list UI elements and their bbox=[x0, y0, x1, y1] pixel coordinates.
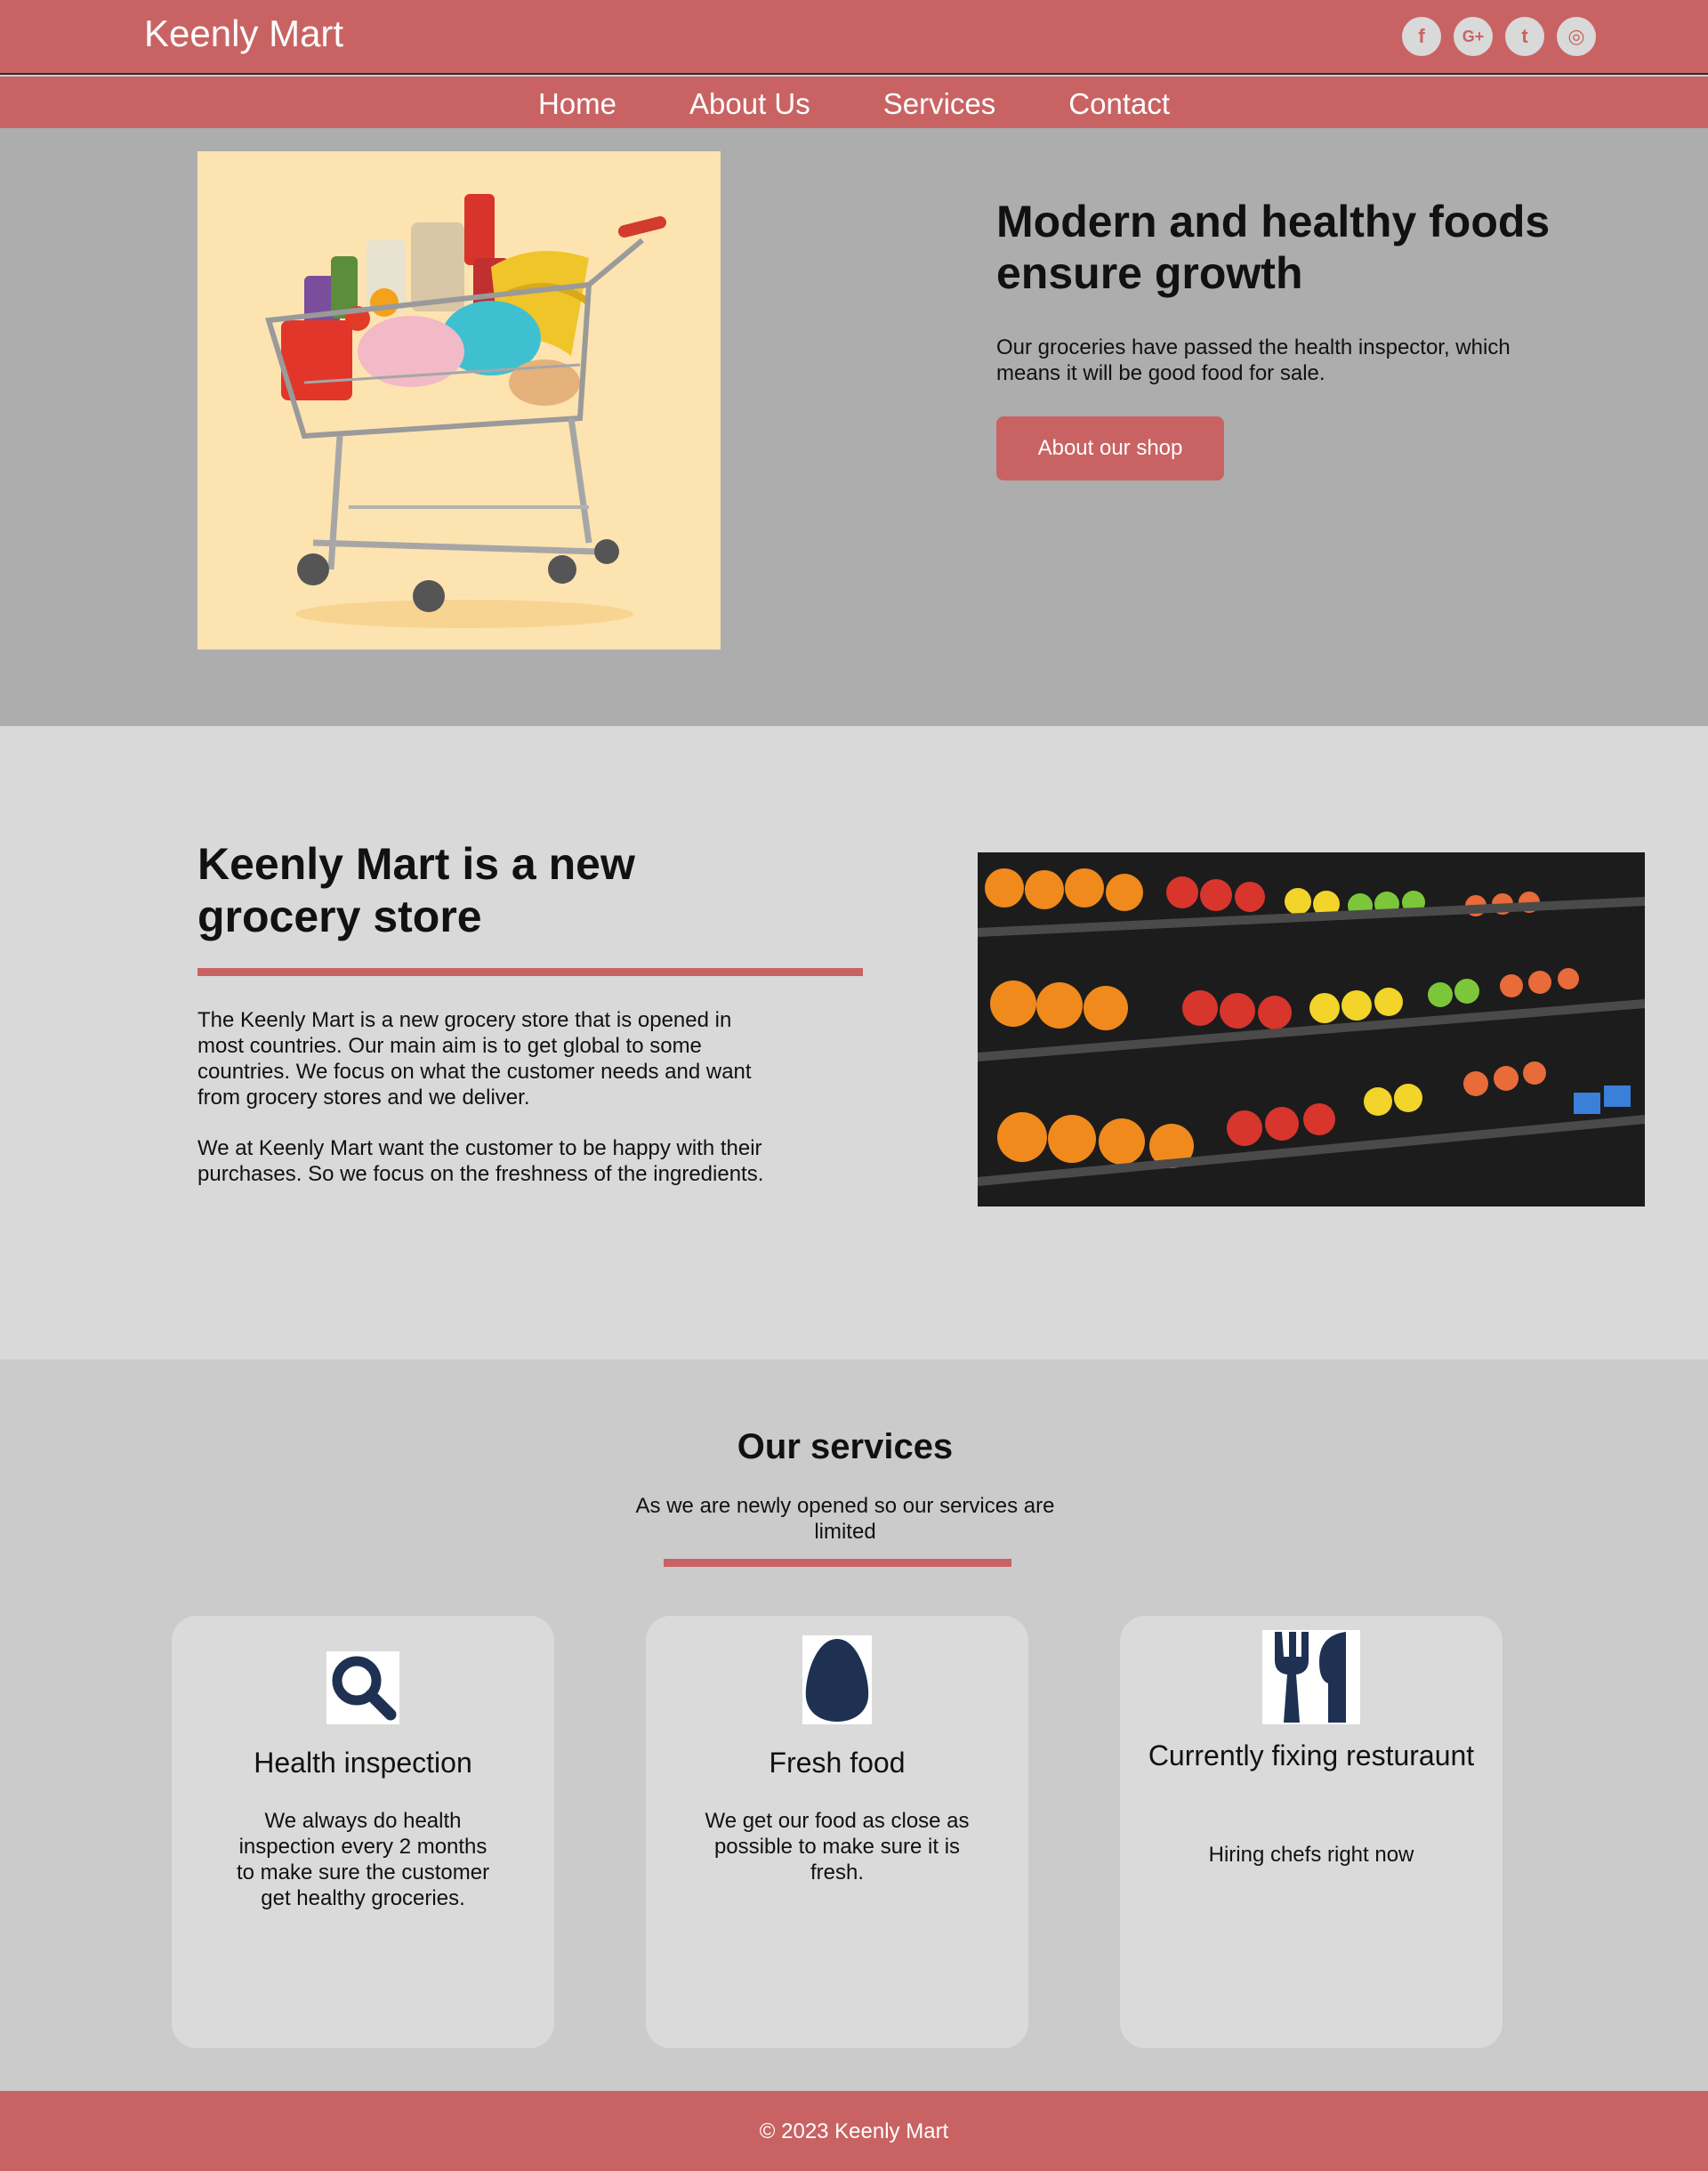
services-subtitle: As we are newly opened so our services a… bbox=[635, 1494, 1055, 1544]
brand-logo[interactable]: Keenly Mart bbox=[144, 12, 343, 55]
service-card-title: Currently fixing resturaunt bbox=[1148, 1739, 1475, 1772]
instagram-icon[interactable]: ◎ bbox=[1557, 17, 1596, 56]
about-section: Keenly Mart is a new grocery store The K… bbox=[0, 726, 1708, 1360]
social-links: f G+ t ◎ bbox=[1402, 17, 1596, 56]
services-section: Our services As we are newly opened so o… bbox=[0, 1360, 1708, 2091]
egg-icon bbox=[802, 1635, 872, 1724]
site-footer: © 2023 Keenly Mart bbox=[0, 2091, 1708, 2171]
about-divider bbox=[197, 968, 863, 976]
about-title: Keenly Mart is a new grocery store bbox=[197, 839, 635, 941]
service-card-text: We get our food as close as possible to … bbox=[705, 1809, 970, 1884]
google-plus-icon[interactable]: G+ bbox=[1454, 17, 1493, 56]
service-card-title: Health inspection bbox=[254, 1747, 472, 1779]
shopping-cart-image bbox=[197, 151, 721, 650]
fork-knife-icon bbox=[1262, 1630, 1360, 1724]
site-header: Keenly Mart f G+ t ◎ bbox=[0, 0, 1708, 75]
nav-about-us[interactable]: About Us bbox=[689, 87, 810, 128]
hero-text: Our groceries have passed the health ins… bbox=[996, 335, 1511, 385]
service-card-text: Hiring chefs right now bbox=[1208, 1843, 1414, 1867]
twitter-icon[interactable]: t bbox=[1505, 17, 1544, 56]
service-card-health-inspection: Health inspection We always do health in… bbox=[172, 1616, 554, 2048]
service-card-fresh-food: Fresh food We get our food as close as p… bbox=[646, 1616, 1028, 2048]
service-card-text: We always do health inspection every 2 m… bbox=[236, 1809, 490, 1910]
facebook-icon[interactable]: f bbox=[1402, 17, 1441, 56]
magnifier-icon bbox=[326, 1651, 399, 1724]
hero-section: Modern and healthy foods ensure growth O… bbox=[0, 128, 1708, 726]
produce-shelves-image bbox=[978, 852, 1645, 1207]
about-our-shop-button[interactable]: About our shop bbox=[996, 416, 1224, 480]
main-nav: Home About Us Services Contact bbox=[0, 77, 1708, 128]
copyright-text: © 2023 Keenly Mart bbox=[759, 2119, 949, 2143]
nav-services[interactable]: Services bbox=[883, 87, 996, 128]
nav-contact[interactable]: Contact bbox=[1068, 87, 1170, 128]
service-card-title: Fresh food bbox=[769, 1747, 906, 1779]
services-title: Our services bbox=[737, 1427, 954, 1466]
service-card-restaurant: Currently fixing resturaunt Hiring chefs… bbox=[1120, 1616, 1503, 2048]
nav-home[interactable]: Home bbox=[538, 87, 616, 128]
hero-title: Modern and healthy foods ensure growth bbox=[996, 197, 1551, 298]
services-divider bbox=[664, 1559, 1011, 1567]
about-paragraph-1: The Keenly Mart is a new grocery store t… bbox=[197, 1008, 752, 1110]
about-paragraph-2: We at Keenly Mart want the customer to b… bbox=[197, 1136, 764, 1186]
